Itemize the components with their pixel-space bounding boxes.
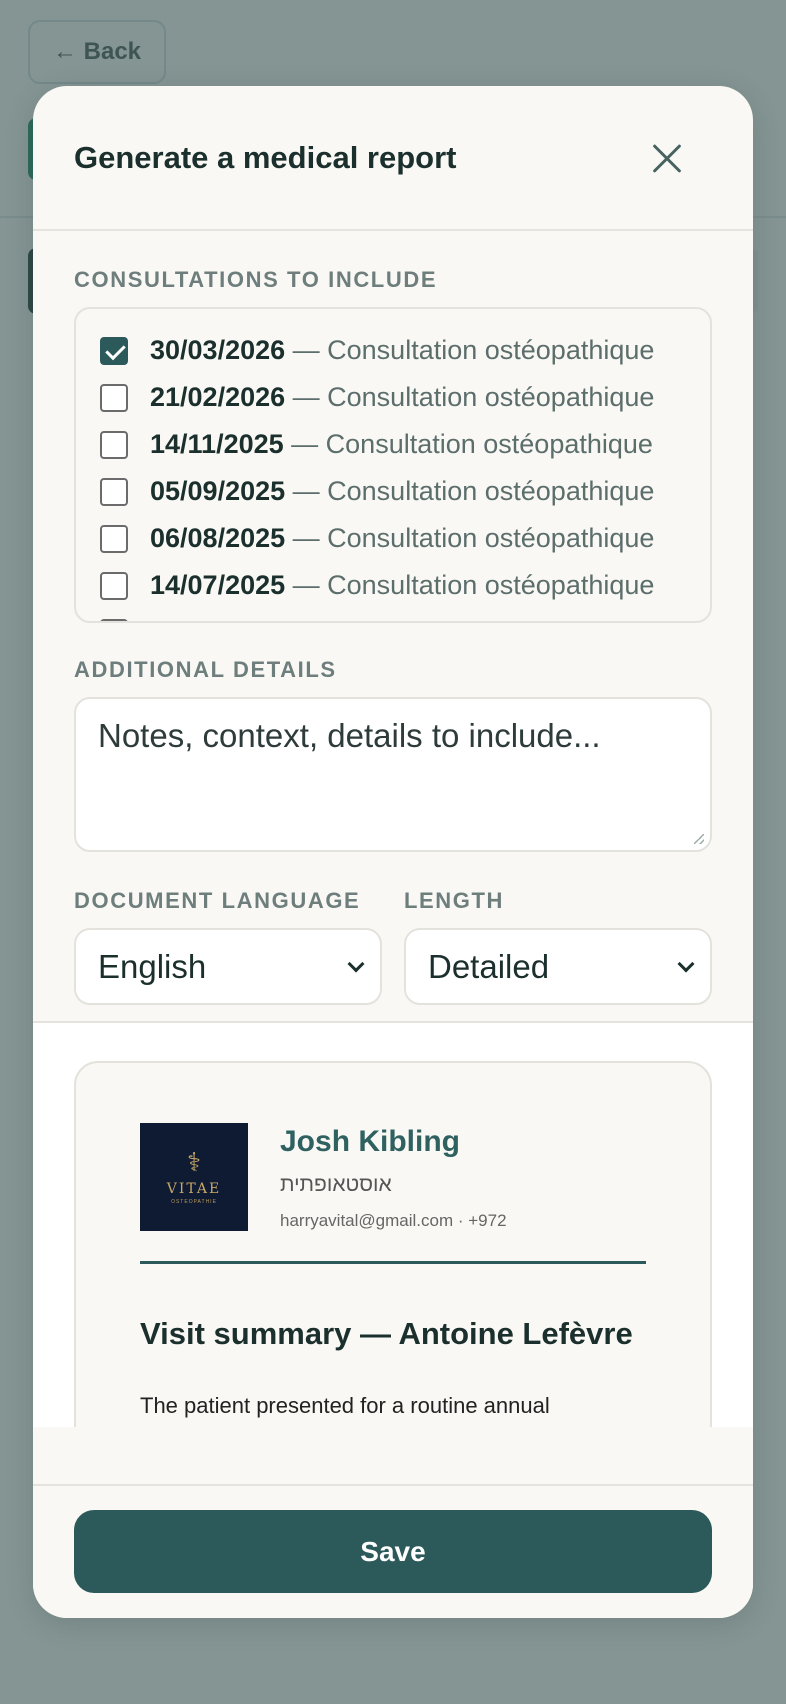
consultation-label: 06/08/2025 — Consultation ostéopathique [150, 523, 654, 554]
consultation-separator: — [285, 382, 328, 412]
checkbox[interactable] [100, 618, 128, 621]
consultation-type: Consultation ostéopathique [327, 335, 655, 365]
chevron-down-icon [677, 955, 695, 972]
practitioner-name: Josh Kibling [280, 1125, 460, 1158]
consultation-item[interactable]: 30/03/2026 — Consultation ostéopathique [100, 327, 710, 374]
consultations-label: CONSULTATIONS TO INCLUDE [74, 267, 438, 292]
practice-logo: ⚕ VITAE OSTEOPATHIE [140, 1123, 248, 1231]
consultation-date: 30/03/2026 [150, 335, 286, 365]
consultation-type: Consultation ostéopathique [327, 476, 655, 506]
consultation-date: 05/09/2025 [150, 476, 286, 506]
checkbox[interactable] [100, 383, 128, 412]
consultation-item[interactable]: 21/02/2026 — Consultation ostéopathique [100, 374, 710, 421]
consultation-separator: — [285, 570, 328, 600]
consultation-type: Consultation ostéopathique [327, 382, 655, 412]
length-label: LENGTH [404, 888, 505, 913]
consultation-separator: — [284, 617, 326, 621]
modal-footer: Save [33, 1484, 753, 1618]
checkbox-checked[interactable] [100, 336, 128, 365]
report-preview-area[interactable]: ⚕ VITAE OSTEOPATHIE Josh Kibling אוסטאופ… [33, 1021, 753, 1427]
checkbox[interactable] [100, 524, 128, 553]
checkbox[interactable] [100, 430, 128, 459]
consultation-item[interactable]: 11/07/2025 — Consultation ostéopathique [100, 609, 710, 621]
consultation-label: 21/02/2026 — Consultation ostéopathique [150, 382, 654, 413]
consultation-separator: — [285, 476, 328, 506]
consultation-label: 14/07/2025 — Consultation ostéopathique [150, 570, 654, 601]
report-divider [140, 1261, 646, 1264]
consultation-separator: — [285, 335, 328, 365]
details-placeholder: Notes, context, details to include... [98, 717, 601, 754]
resize-handle-icon[interactable] [694, 834, 704, 844]
length-column: LENGTH Detailed [404, 888, 712, 1005]
checkbox[interactable] [100, 571, 128, 600]
report-preview-card: ⚕ VITAE OSTEOPATHIE Josh Kibling אוסטאופ… [74, 1061, 712, 1427]
consultation-type: Consultation ostéopathique [327, 523, 655, 553]
consultation-label: 05/09/2025 — Consultation ostéopathique [150, 476, 654, 507]
consultation-item[interactable]: 06/08/2025 — Consultation ostéopathique [100, 515, 710, 562]
consultation-date: 14/11/2025 [150, 429, 284, 459]
consultations-list[interactable]: 30/03/2026 — Consultation ostéopathique 2… [74, 307, 712, 623]
language-value: English [98, 947, 207, 985]
modal-header: Generate a medical report [33, 86, 753, 231]
practitioner-role: אוסטאופתית [280, 1173, 392, 1196]
options-row: DOCUMENT LANGUAGE English LENGTH Detaile… [74, 888, 712, 1005]
consultation-item[interactable]: 14/11/2025 — Consultation ostéopathique [100, 421, 710, 468]
details-textarea[interactable]: Notes, context, details to include... [74, 697, 712, 852]
consultation-separator: — [285, 523, 328, 553]
consultation-date: 06/08/2025 [150, 523, 286, 553]
modal-body: CONSULTATIONS TO INCLUDE 30/03/2026 — Co… [33, 267, 753, 1005]
consultation-type: Consultation ostéopathique [325, 429, 653, 459]
consultation-type: Consultation ostéopathique [326, 617, 653, 621]
logo-subtitle: OSTEOPATHIE [171, 1199, 217, 1205]
consultation-item[interactable]: 14/07/2025 — Consultation ostéopathique [100, 562, 710, 609]
language-column: DOCUMENT LANGUAGE English [74, 888, 382, 1005]
checkbox[interactable] [100, 477, 128, 506]
consultation-label: 11/07/2025 — Consultation ostéopathique [150, 617, 653, 621]
chevron-down-icon [347, 955, 365, 972]
modal-title: Generate a medical report [74, 139, 457, 175]
logo-name: VITAE [166, 1181, 222, 1197]
consultation-date: 11/07/2025 [150, 617, 284, 621]
back-button: ← Back [28, 20, 166, 84]
consultation-label: 30/03/2026 — Consultation ostéopathique [150, 335, 654, 366]
language-label: DOCUMENT LANGUAGE [74, 888, 361, 913]
spine-icon: ⚕ [186, 1147, 202, 1177]
report-title: Visit summary — Antoine Lefèvre [140, 1316, 633, 1351]
length-value: Detailed [428, 947, 550, 985]
practitioner-contact: harryavital@gmail.com · +972 [280, 1211, 507, 1230]
consultation-separator: — [283, 429, 326, 459]
consultation-date: 14/07/2025 [150, 570, 286, 600]
details-label: ADDITIONAL DETAILS [74, 657, 337, 682]
practitioner-info: Josh Kibling אוסטאופתית harryavital@gmai… [280, 1123, 507, 1231]
length-select[interactable]: Detailed [404, 928, 712, 1005]
consultation-item[interactable]: 05/09/2025 — Consultation ostéopathique [100, 468, 710, 515]
consultation-type: Consultation ostéopathique [327, 570, 655, 600]
consultation-date: 21/02/2026 [150, 382, 286, 412]
report-header: ⚕ VITAE OSTEOPATHIE Josh Kibling אוסטאופ… [140, 1123, 646, 1231]
consultation-label: 14/11/2025 — Consultation ostéopathique [150, 429, 653, 460]
report-body: The patient presented for a routine annu… [140, 1393, 550, 1418]
close-icon[interactable] [651, 142, 683, 174]
report-modal: Generate a medical report CONSULTATIONS … [33, 86, 753, 1618]
language-select[interactable]: English [74, 928, 382, 1005]
save-button[interactable]: Save [74, 1510, 712, 1593]
